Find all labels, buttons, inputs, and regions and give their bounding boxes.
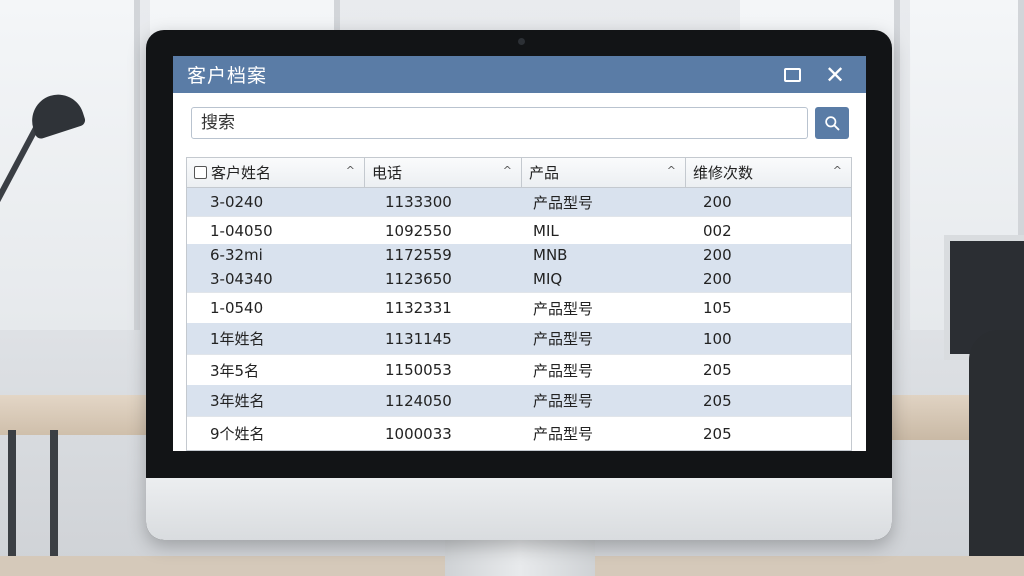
monitor-chin — [146, 478, 892, 540]
monitor-stand — [445, 540, 595, 576]
chevron-up-icon[interactable]: ^ — [667, 164, 676, 177]
cell-phone: 1092550 — [385, 221, 452, 240]
window-title: 客户档案 — [187, 65, 268, 87]
column-header-label: 产品 — [529, 164, 560, 182]
column-header-repair-count[interactable]: 维修次数 ^ — [686, 158, 851, 187]
select-all-checkbox[interactable] — [194, 166, 207, 179]
column-header-product[interactable]: 产品 ^ — [522, 158, 686, 187]
cell-phone: 1124050 — [385, 391, 452, 410]
cell-name: 9个姓名 — [210, 425, 265, 443]
background-window — [0, 0, 140, 330]
maximize-icon — [783, 68, 801, 82]
cell-product: MIQ — [533, 270, 563, 288]
cell-repair-count: 200 — [703, 246, 732, 264]
cell-name: 1-04050 — [210, 221, 273, 240]
cell-phone: 1131145 — [385, 329, 452, 348]
search-button[interactable] — [815, 107, 849, 139]
cell-product: MNB — [533, 246, 568, 264]
cell-name: 3-04340 — [210, 270, 273, 288]
close-icon: ✕ — [824, 61, 846, 89]
cell-phone: 1123650 — [385, 270, 452, 288]
cell-name: 3-0240 — [210, 193, 264, 211]
column-header-phone[interactable]: 电话 ^ — [365, 158, 522, 187]
table-row[interactable]: 3年姓名 1124050 产品型号 205 — [187, 385, 851, 416]
cell-phone: 1132331 — [385, 299, 452, 317]
cell-product: 产品型号 — [533, 193, 594, 212]
table-row[interactable]: 3-0240 1133300 产品型号 200 — [187, 188, 851, 216]
cell-product: 产品型号 — [533, 425, 594, 443]
desk-leg — [50, 430, 58, 560]
cell-repair-count: 205 — [703, 424, 732, 443]
cell-repair-count: 200 — [703, 270, 732, 288]
cell-product: MIL — [533, 221, 559, 240]
background-chair — [969, 330, 1024, 560]
cell-product: 产品型号 — [533, 392, 594, 410]
column-header-label: 维修次数 — [693, 164, 754, 182]
cell-repair-count: 100 — [703, 329, 732, 348]
chevron-up-icon[interactable]: ^ — [833, 164, 842, 177]
maximize-button[interactable] — [781, 64, 803, 86]
search-field[interactable] — [191, 107, 808, 139]
cell-product: 产品型号 — [533, 330, 594, 348]
column-header-name[interactable]: 客户姓名 ^ — [187, 158, 365, 187]
table-row[interactable]: 3-04340 1123650 MIQ 200 — [187, 266, 851, 292]
column-header-label: 电话 — [372, 164, 403, 182]
table-header: 客户姓名 ^ 电话 ^ 产品 ^ 维修次数 ^ — [187, 158, 851, 188]
search-input[interactable] — [192, 108, 807, 138]
table-row[interactable]: 6-32mi 1172559 MNB 200 — [187, 244, 851, 266]
cell-name: 3年5名 — [210, 361, 260, 380]
cell-repair-count: 205 — [703, 361, 732, 379]
cell-phone: 1150053 — [385, 361, 452, 379]
cell-phone: 1172559 — [385, 246, 452, 264]
chevron-up-icon[interactable]: ^ — [503, 164, 512, 177]
desk-leg — [8, 430, 16, 560]
chevron-up-icon[interactable]: ^ — [346, 164, 355, 177]
webcam-icon — [518, 38, 525, 45]
table-row[interactable]: 3年5名 1150053 产品型号 205 — [187, 354, 851, 385]
customer-table: 客户姓名 ^ 电话 ^ 产品 ^ 维修次数 ^ 3-0240 1133300 产… — [186, 157, 852, 451]
background-desk — [0, 395, 150, 435]
search-icon — [824, 115, 839, 130]
cell-repair-count: 205 — [703, 391, 732, 410]
cell-name: 6-32mi — [210, 246, 263, 264]
cell-name: 1年姓名 — [210, 330, 265, 348]
table-row[interactable]: 1年姓名 1131145 产品型号 100 — [187, 323, 851, 354]
table-row[interactable]: 1-04050 1092550 MIL 002 — [187, 216, 851, 244]
column-header-label: 客户姓名 — [211, 164, 272, 182]
title-bar: 客户档案 ✕ — [173, 56, 866, 93]
app-window: 客户档案 ✕ 客户姓名 ^ 电话 ^ 产品 — [173, 56, 866, 451]
cell-name: 3年姓名 — [210, 392, 265, 410]
close-button[interactable]: ✕ — [824, 61, 846, 89]
cell-repair-count: 200 — [703, 193, 732, 211]
cell-repair-count: 105 — [703, 299, 732, 317]
cell-product: 产品型号 — [533, 299, 594, 318]
table-row[interactable]: 9个姓名 1000033 产品型号 205 — [187, 416, 851, 450]
cell-phone: 1000033 — [385, 424, 452, 443]
cell-phone: 1133300 — [385, 193, 452, 211]
table-row[interactable]: 1-0540 1132331 产品型号 105 — [187, 292, 851, 323]
cell-product: 产品型号 — [533, 361, 594, 380]
cell-repair-count: 002 — [703, 221, 732, 240]
cell-name: 1-0540 — [210, 299, 264, 317]
